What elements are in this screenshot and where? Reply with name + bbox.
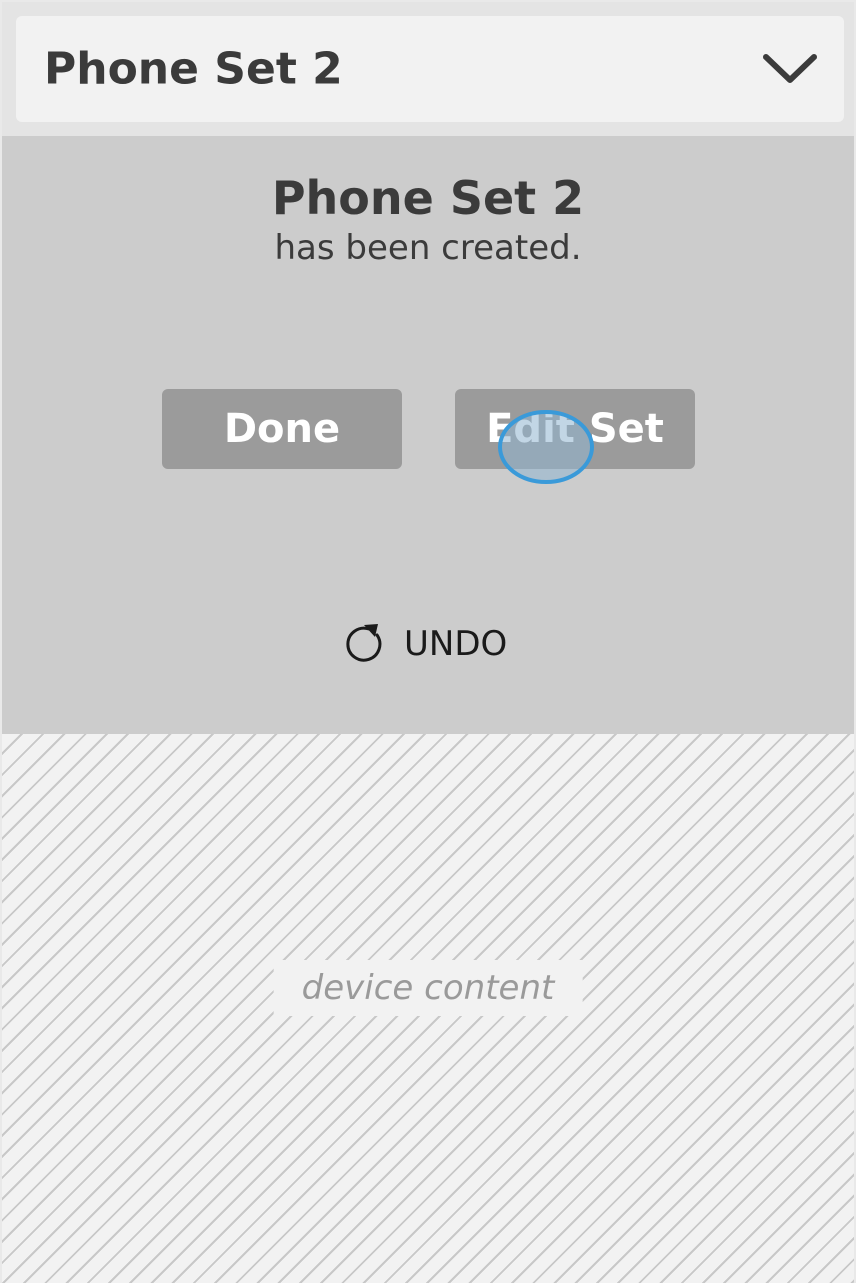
chevron-down-icon[interactable]: [762, 53, 818, 85]
edit-set-button[interactable]: Edit Set: [455, 389, 695, 469]
set-selector-label: Phone Set 2: [44, 43, 343, 95]
confirmation-panel: Phone Set 2 has been created. Done Edit …: [2, 136, 854, 734]
confirmation-subtitle: has been created.: [274, 228, 582, 268]
app-frame: Phone Set 2 Phone Set 2 has been created…: [2, 2, 854, 1283]
device-content-area: device content: [2, 734, 854, 1283]
undo-button[interactable]: UNDO: [342, 619, 507, 669]
done-button[interactable]: Done: [162, 389, 402, 469]
set-selector-dropdown[interactable]: Phone Set 2: [16, 16, 844, 122]
undo-label: UNDO: [404, 624, 508, 664]
device-content-placeholder: device content: [273, 960, 583, 1016]
header: Phone Set 2: [2, 2, 854, 136]
confirmation-title: Phone Set 2: [271, 171, 585, 225]
undo-icon: [346, 624, 382, 662]
